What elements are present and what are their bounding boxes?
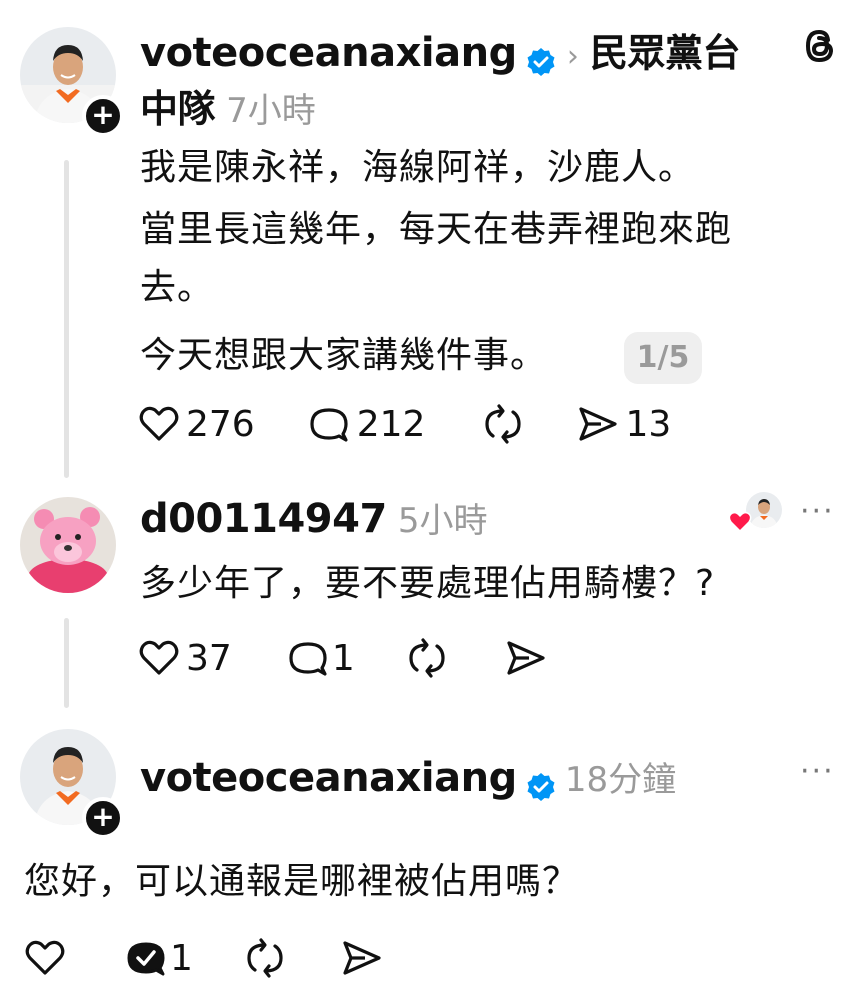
share-button[interactable] <box>503 637 547 679</box>
community-name[interactable]: 民眾黨台 <box>590 31 741 75</box>
comment-icon <box>289 642 327 676</box>
post-line: 去。 <box>140 267 215 308</box>
heart-icon <box>139 640 179 675</box>
post-body: 我是陳永祥，海線阿祥，沙鹿人。 當里長這幾年，每天在巷弄裡跑來跑 去。 今天想跟… <box>140 136 850 388</box>
username[interactable]: voteoceanaxiang <box>140 755 517 801</box>
repost-button[interactable] <box>405 636 449 680</box>
community-name-cont[interactable]: 中隊 <box>140 87 216 131</box>
reply-text: 多少年了，要不要處理佔用騎樓？? <box>140 563 716 604</box>
like-button[interactable]: 37 <box>138 637 232 679</box>
reply-count: 212 <box>356 403 426 445</box>
like-count: 37 <box>186 637 232 679</box>
more-options-button[interactable]: ··· <box>800 494 835 529</box>
reply-button[interactable]: 1 <box>286 637 355 679</box>
commenter-avatar[interactable] <box>20 497 116 593</box>
comment-check-icon <box>127 942 165 976</box>
like-button[interactable] <box>24 937 66 979</box>
reply-actions: 1 <box>24 936 383 980</box>
repost-icon <box>247 938 283 978</box>
like-button[interactable]: 276 <box>138 403 255 445</box>
threads-logo-icon[interactable] <box>800 26 838 70</box>
reply-count: 1 <box>331 637 355 679</box>
page-badge[interactable]: 1/5 <box>624 332 702 384</box>
repost-button[interactable] <box>243 936 287 980</box>
post-line: 我是陳永祥，海線阿祥，沙鹿人。 <box>140 147 696 188</box>
repost-icon <box>409 638 445 678</box>
share-count: 13 <box>625 403 672 445</box>
reply-actions: 37 1 <box>138 636 547 680</box>
send-icon <box>507 641 545 675</box>
timestamp: 5小時 <box>397 501 488 541</box>
timestamp: 7小時 <box>226 91 316 131</box>
heart-icon <box>25 940 65 975</box>
follow-plus-button[interactable]: + <box>82 95 124 137</box>
author-liked-indicator <box>728 492 784 532</box>
reply-count: 1 <box>170 937 193 979</box>
reply-header: voteoceanaxiang 18分鐘 <box>140 752 676 802</box>
post-line: 當里長這幾年，每天在巷弄裡跑來跑 <box>140 209 733 250</box>
chevron-right-icon: › <box>566 39 579 74</box>
reply-button[interactable]: 1 <box>124 937 193 979</box>
username[interactable]: d00114947 <box>140 496 387 542</box>
follow-plus-button[interactable]: + <box>82 797 124 839</box>
reply-text: 您好，可以通報是哪裡被佔用嗎？ <box>24 861 580 902</box>
heart-icon <box>139 406 179 441</box>
send-icon <box>343 941 381 975</box>
post-subheader: 中隊 7小時 <box>140 78 316 133</box>
share-button[interactable]: 13 <box>575 403 671 445</box>
verified-badge-icon <box>526 772 556 802</box>
repost-icon <box>485 404 522 444</box>
like-count: 276 <box>186 403 255 445</box>
reply-header: d00114947 5小時 <box>140 493 488 542</box>
verified-badge-icon <box>526 47 556 77</box>
post-actions: 276 212 13 <box>138 402 671 446</box>
timestamp: 18分鐘 <box>564 760 677 800</box>
comment-icon <box>310 408 348 442</box>
reply-button[interactable]: 212 <box>307 403 426 445</box>
red-heart-icon <box>728 511 752 532</box>
username[interactable]: voteoceanaxiang <box>140 30 517 76</box>
share-button[interactable] <box>339 937 383 979</box>
post-header: voteoceanaxiang › 民眾黨台 <box>140 22 800 77</box>
thread-line <box>64 618 69 708</box>
send-icon <box>579 407 618 441</box>
thread-line <box>64 160 69 478</box>
post-line: 今天想跟大家講幾件事。 <box>140 335 548 376</box>
more-options-button[interactable]: ··· <box>800 754 835 789</box>
repost-button[interactable] <box>481 402 525 446</box>
